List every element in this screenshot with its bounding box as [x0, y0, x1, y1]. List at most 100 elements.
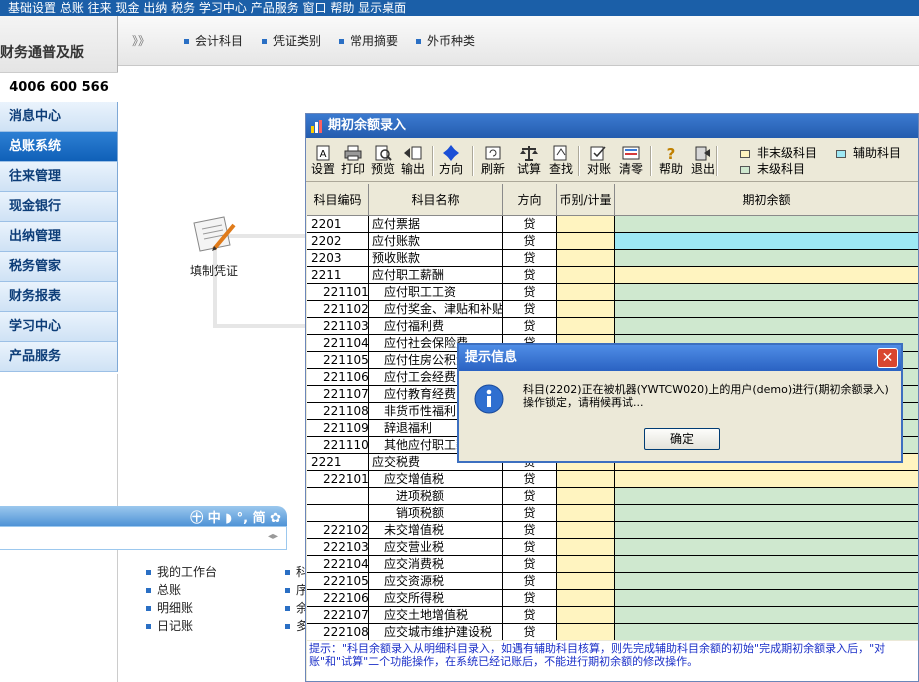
top-menu-bar[interactable]: 基础设置 总账 往来 现金 出纳 税务 学习中心 产品服务 窗口 帮助 显示桌面: [0, 0, 919, 16]
currency-cell[interactable]: [557, 573, 615, 590]
currency-cell[interactable]: [557, 301, 615, 318]
opening-balance-cell[interactable]: [615, 573, 918, 590]
account-row[interactable]: 222101 应交增值税贷: [307, 471, 918, 488]
toolbar-button[interactable]: A 设置: [308, 144, 338, 178]
input-method-bar[interactable]: ㊉ 中 ◗ °, 简 ✿: [0, 506, 287, 526]
account-row[interactable]: 进项税额贷: [307, 488, 918, 505]
balance-direction[interactable]: 贷: [503, 522, 557, 539]
currency-cell[interactable]: [557, 250, 615, 267]
balance-direction[interactable]: 贷: [503, 556, 557, 573]
nav-item[interactable]: 现金银行: [0, 192, 118, 222]
opening-balance-cell[interactable]: [615, 556, 918, 573]
column-header[interactable]: 方向: [503, 184, 557, 216]
toolbar-button[interactable]: 预览: [368, 144, 398, 178]
function-menu-item[interactable]: 常用摘要: [339, 32, 398, 49]
account-row[interactable]: 222105 应交资源税贷: [307, 573, 918, 590]
balance-direction[interactable]: 贷: [503, 267, 557, 284]
column-header[interactable]: 科目名称: [369, 184, 503, 216]
nav-item[interactable]: 财务报表: [0, 282, 118, 312]
account-row[interactable]: 222104 应交消费税贷: [307, 556, 918, 573]
nav-item[interactable]: 学习中心: [0, 312, 118, 342]
account-row[interactable]: 222106 应交所得税贷: [307, 590, 918, 607]
menu-bar-text[interactable]: 基础设置 总账 往来 现金 出纳 税务 学习中心 产品服务 窗口 帮助 显示桌面: [0, 0, 406, 16]
opening-balance-cell[interactable]: [615, 471, 918, 488]
balance-direction[interactable]: 贷: [503, 505, 557, 522]
currency-cell[interactable]: [557, 216, 615, 233]
toolbar-button[interactable]: 对账: [584, 144, 614, 178]
nav-item[interactable]: 往来管理: [0, 162, 118, 192]
nav-item[interactable]: 出纳管理: [0, 222, 118, 252]
currency-cell[interactable]: [557, 505, 615, 522]
opening-balance-cell[interactable]: [615, 488, 918, 505]
quick-link[interactable]: 明细账: [146, 599, 217, 617]
currency-cell[interactable]: [557, 284, 615, 301]
balance-direction[interactable]: 贷: [503, 590, 557, 607]
opening-balance-cell[interactable]: [615, 624, 918, 640]
quick-link[interactable]: 我的工作台: [146, 563, 217, 581]
column-header[interactable]: 币别/计量: [557, 184, 615, 216]
column-header[interactable]: 科目编码: [307, 184, 369, 216]
window-title-bar[interactable]: 期初余额录入: [306, 114, 918, 138]
currency-cell[interactable]: [557, 556, 615, 573]
account-row[interactable]: 222108 应交城市维护建设税贷: [307, 624, 918, 640]
ok-button[interactable]: 确定: [644, 428, 720, 450]
opening-balance-cell[interactable]: [615, 216, 918, 233]
quick-link[interactable]: 日记账: [146, 617, 217, 635]
opening-balance-cell[interactable]: [615, 284, 918, 301]
currency-cell[interactable]: [557, 267, 615, 284]
balance-direction[interactable]: 贷: [503, 607, 557, 624]
currency-cell[interactable]: [557, 539, 615, 556]
toolbar-button[interactable]: 打印: [338, 144, 368, 178]
balance-direction[interactable]: 贷: [503, 301, 557, 318]
opening-balance-cell[interactable]: [615, 250, 918, 267]
account-row[interactable]: 2211 应付职工薪酬贷: [307, 267, 918, 284]
account-row[interactable]: 2202 应付账款贷: [307, 233, 918, 250]
toolbar-button[interactable]: 清零: [616, 144, 646, 178]
opening-balance-cell[interactable]: [615, 607, 918, 624]
nav-item[interactable]: 产品服务: [0, 342, 118, 372]
function-menu-item[interactable]: 凭证类别: [262, 32, 321, 49]
balance-direction[interactable]: 贷: [503, 471, 557, 488]
account-row[interactable]: 222102 未交增值税贷: [307, 522, 918, 539]
close-icon[interactable]: ✕: [877, 348, 898, 368]
currency-cell[interactable]: [557, 624, 615, 640]
opening-balance-cell[interactable]: [615, 539, 918, 556]
toolbar-button[interactable]: 退出: [688, 144, 718, 178]
nav-item[interactable]: 消息中心: [0, 102, 118, 132]
opening-balance-cell[interactable]: [615, 522, 918, 539]
voucher-icon[interactable]: [190, 213, 238, 255]
quick-link[interactable]: 总账: [146, 581, 217, 599]
balance-direction[interactable]: 贷: [503, 573, 557, 590]
toolbar-button[interactable]: 输出: [398, 144, 428, 178]
account-row[interactable]: 2201 应付票据贷: [307, 216, 918, 233]
account-row[interactable]: 221101 应付职工工资贷: [307, 284, 918, 301]
account-row[interactable]: 221102 应付奖金、津贴和补贴贷: [307, 301, 918, 318]
toolbar-button[interactable]: 试算: [514, 144, 544, 178]
function-menu-item[interactable]: 会计科目: [184, 32, 243, 49]
account-row[interactable]: 销项税额贷: [307, 505, 918, 522]
opening-balance-cell[interactable]: [615, 267, 918, 284]
dialog-title[interactable]: 提示信息: [459, 345, 901, 371]
opening-balance-cell[interactable]: [615, 301, 918, 318]
scroll-arrows-icon[interactable]: ◂▸: [268, 531, 278, 542]
currency-cell[interactable]: [557, 607, 615, 624]
opening-balance-cell[interactable]: [615, 505, 918, 522]
voucher-entry-label[interactable]: 填制凭证: [190, 262, 238, 279]
balance-direction[interactable]: 贷: [503, 318, 557, 335]
toolbar-button[interactable]: 刷新: [478, 144, 508, 178]
balance-direction[interactable]: 贷: [503, 539, 557, 556]
balance-direction[interactable]: 贷: [503, 488, 557, 505]
nav-item[interactable]: 总账系统: [0, 132, 118, 162]
function-menu-item[interactable]: 外币种类: [416, 32, 475, 49]
balance-direction[interactable]: 贷: [503, 624, 557, 640]
balance-direction[interactable]: 贷: [503, 284, 557, 301]
account-row[interactable]: 221103 应付福利费贷: [307, 318, 918, 335]
expand-arrows-icon[interactable]: 》》: [132, 32, 150, 49]
opening-balance-cell[interactable]: [615, 233, 918, 250]
currency-cell[interactable]: [557, 522, 615, 539]
account-row[interactable]: 222103 应交营业税贷: [307, 539, 918, 556]
balance-direction[interactable]: 贷: [503, 250, 557, 267]
column-header[interactable]: 期初余额: [615, 184, 918, 216]
balance-direction[interactable]: 贷: [503, 233, 557, 250]
opening-balance-cell[interactable]: [615, 318, 918, 335]
